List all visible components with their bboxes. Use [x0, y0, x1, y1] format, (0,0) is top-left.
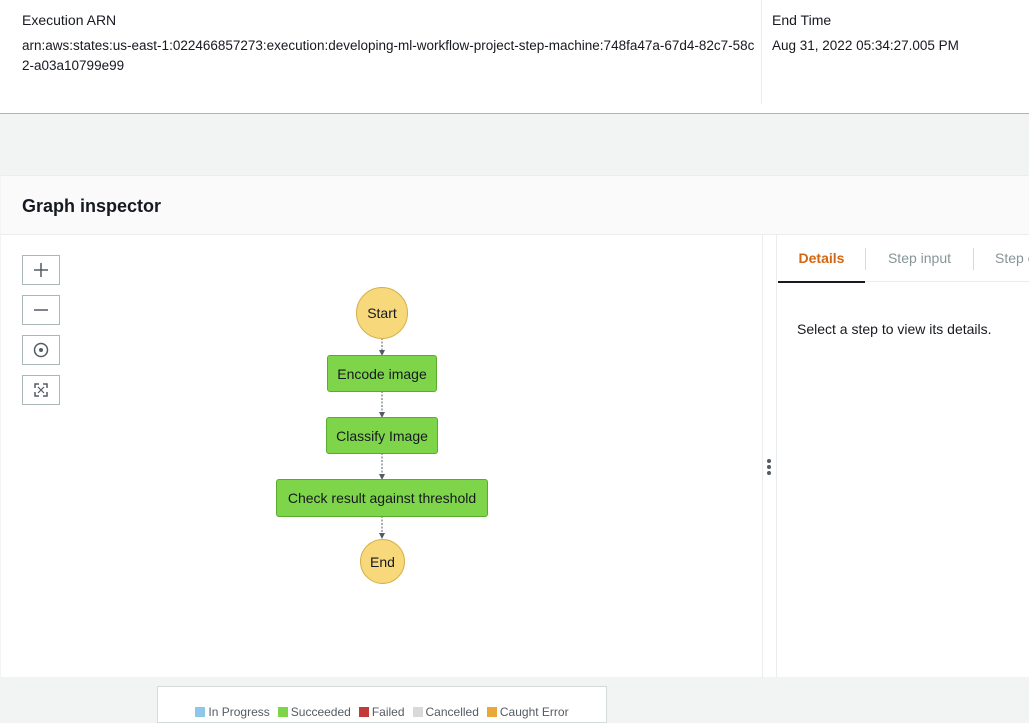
node-check-threshold[interactable]: Check result against threshold: [276, 479, 488, 517]
legend-swatch: [195, 707, 206, 717]
execution-arn-label: Execution ARN: [22, 12, 117, 28]
node-end[interactable]: End: [360, 539, 405, 584]
legend-label: Caught Error: [499, 705, 569, 719]
legend-failed: Failed: [358, 705, 405, 719]
legend-succeeded: Succeeded: [277, 705, 351, 719]
panel-resize-handle[interactable]: [766, 459, 772, 477]
graph-panel-divider: [762, 235, 763, 678]
node-start[interactable]: Start: [356, 287, 408, 339]
details-divider: [761, 0, 762, 104]
side-panel-hint: Select a step to view its details.: [797, 321, 992, 337]
graph-inspector-header: Graph inspector: [1, 176, 1029, 235]
graph-canvas[interactable]: Start Encode image Classify Image Check …: [1, 235, 762, 723]
legend-in-progress: In Progress: [195, 705, 270, 719]
tab-step-output[interactable]: Step output: [995, 235, 1029, 281]
legend-label: Cancelled: [425, 705, 479, 719]
execution-details-panel: Execution ARN arn:aws:states:us-east-1:0…: [0, 0, 1029, 114]
status-legend: In Progress Succeeded Failed Cancelled C…: [157, 686, 607, 723]
side-panel-border: [776, 235, 777, 678]
graph-inspector: Graph inspector Start Encode image Class…: [1, 175, 1029, 723]
tab-separator: [973, 248, 974, 270]
legend-label: Failed: [371, 705, 405, 719]
legend-label: In Progress: [208, 705, 270, 719]
graph-inspector-title: Graph inspector: [22, 196, 162, 216]
tab-details[interactable]: Details: [778, 235, 865, 283]
node-classify-image[interactable]: Classify Image: [326, 417, 438, 454]
end-time-label: End Time: [772, 12, 832, 28]
legend-swatch: [486, 707, 497, 717]
execution-arn-value: arn:aws:states:us-east-1:022466857273:ex…: [22, 38, 755, 73]
node-encode-image[interactable]: Encode image: [327, 355, 437, 392]
legend-label: Succeeded: [290, 705, 351, 719]
side-panel-tabs: Details Step input Step output: [778, 235, 1029, 283]
legend-caught-error: Caught Error: [486, 705, 569, 719]
end-time-value: Aug 31, 2022 05:34:27.005 PM: [772, 38, 959, 53]
tab-step-input[interactable]: Step input: [866, 235, 973, 281]
legend-swatch: [277, 707, 288, 717]
legend-cancelled: Cancelled: [412, 705, 479, 719]
legend-swatch: [358, 707, 369, 717]
legend-swatch: [412, 707, 423, 717]
